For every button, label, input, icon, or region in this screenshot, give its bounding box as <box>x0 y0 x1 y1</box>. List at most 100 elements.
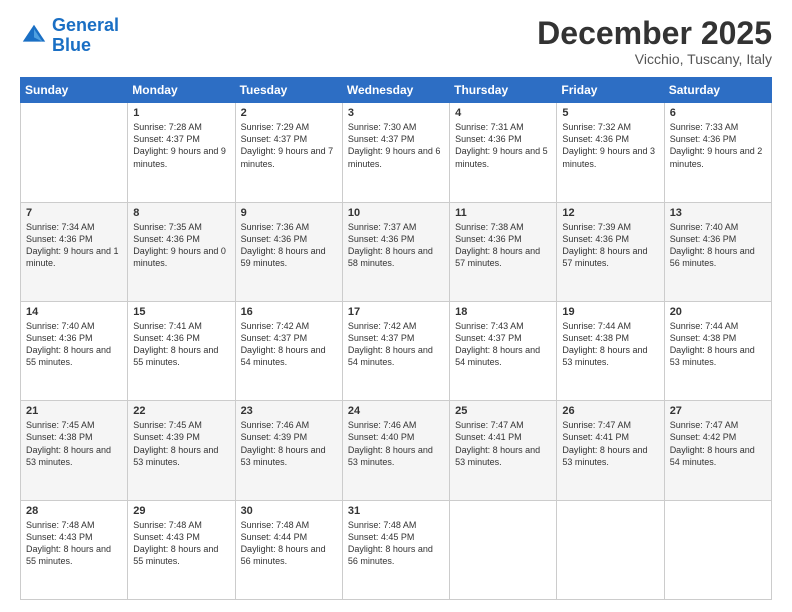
sunset-text: Sunset: 4:41 PM <box>455 431 551 443</box>
daylight-text: Daylight: 8 hours and 53 minutes. <box>562 344 658 368</box>
daylight-text: Daylight: 8 hours and 55 minutes. <box>26 543 122 567</box>
day-info: Sunrise: 7:28 AM Sunset: 4:37 PM Dayligh… <box>133 121 229 170</box>
table-cell: 31 Sunrise: 7:48 AM Sunset: 4:45 PM Dayl… <box>342 500 449 599</box>
day-number: 16 <box>241 306 337 318</box>
table-cell: 22 Sunrise: 7:45 AM Sunset: 4:39 PM Dayl… <box>128 401 235 500</box>
month-title: December 2025 <box>537 16 772 51</box>
day-number: 13 <box>670 207 766 219</box>
day-number: 14 <box>26 306 122 318</box>
daylight-text: Daylight: 9 hours and 1 minute. <box>26 245 122 269</box>
sunrise-text: Sunrise: 7:33 AM <box>670 121 766 133</box>
logo-text: General Blue <box>52 16 119 56</box>
week-row-2: 14 Sunrise: 7:40 AM Sunset: 4:36 PM Dayl… <box>21 301 772 400</box>
day-number: 24 <box>348 405 444 417</box>
daylight-text: Daylight: 8 hours and 55 minutes. <box>133 543 229 567</box>
header: General Blue December 2025 Vicchio, Tusc… <box>20 16 772 67</box>
day-info: Sunrise: 7:44 AM Sunset: 4:38 PM Dayligh… <box>562 320 658 369</box>
header-thursday: Thursday <box>450 78 557 103</box>
sunset-text: Sunset: 4:37 PM <box>241 133 337 145</box>
sunset-text: Sunset: 4:36 PM <box>133 332 229 344</box>
day-number: 15 <box>133 306 229 318</box>
sunrise-text: Sunrise: 7:45 AM <box>26 419 122 431</box>
table-cell: 6 Sunrise: 7:33 AM Sunset: 4:36 PM Dayli… <box>664 103 771 202</box>
calendar-table: Sunday Monday Tuesday Wednesday Thursday… <box>20 77 772 600</box>
day-info: Sunrise: 7:48 AM Sunset: 4:43 PM Dayligh… <box>133 519 229 568</box>
day-number: 12 <box>562 207 658 219</box>
day-info: Sunrise: 7:29 AM Sunset: 4:37 PM Dayligh… <box>241 121 337 170</box>
sunset-text: Sunset: 4:36 PM <box>241 233 337 245</box>
day-number: 31 <box>348 505 444 517</box>
header-sunday: Sunday <box>21 78 128 103</box>
daylight-text: Daylight: 9 hours and 3 minutes. <box>562 145 658 169</box>
day-info: Sunrise: 7:41 AM Sunset: 4:36 PM Dayligh… <box>133 320 229 369</box>
daylight-text: Daylight: 8 hours and 56 minutes. <box>348 543 444 567</box>
sunset-text: Sunset: 4:36 PM <box>26 233 122 245</box>
sunset-text: Sunset: 4:36 PM <box>562 233 658 245</box>
sunset-text: Sunset: 4:38 PM <box>562 332 658 344</box>
header-tuesday: Tuesday <box>235 78 342 103</box>
day-number: 27 <box>670 405 766 417</box>
weekday-header-row: Sunday Monday Tuesday Wednesday Thursday… <box>21 78 772 103</box>
table-cell: 24 Sunrise: 7:46 AM Sunset: 4:40 PM Dayl… <box>342 401 449 500</box>
day-info: Sunrise: 7:42 AM Sunset: 4:37 PM Dayligh… <box>241 320 337 369</box>
sunset-text: Sunset: 4:40 PM <box>348 431 444 443</box>
day-number: 17 <box>348 306 444 318</box>
sunrise-text: Sunrise: 7:36 AM <box>241 221 337 233</box>
table-cell: 3 Sunrise: 7:30 AM Sunset: 4:37 PM Dayli… <box>342 103 449 202</box>
day-number: 29 <box>133 505 229 517</box>
sunrise-text: Sunrise: 7:39 AM <box>562 221 658 233</box>
daylight-text: Daylight: 8 hours and 57 minutes. <box>562 245 658 269</box>
table-cell: 5 Sunrise: 7:32 AM Sunset: 4:36 PM Dayli… <box>557 103 664 202</box>
table-cell: 19 Sunrise: 7:44 AM Sunset: 4:38 PM Dayl… <box>557 301 664 400</box>
day-info: Sunrise: 7:35 AM Sunset: 4:36 PM Dayligh… <box>133 221 229 270</box>
sunrise-text: Sunrise: 7:48 AM <box>133 519 229 531</box>
sunset-text: Sunset: 4:44 PM <box>241 531 337 543</box>
sunset-text: Sunset: 4:37 PM <box>241 332 337 344</box>
sunrise-text: Sunrise: 7:43 AM <box>455 320 551 332</box>
sunrise-text: Sunrise: 7:46 AM <box>241 419 337 431</box>
page: General Blue December 2025 Vicchio, Tusc… <box>0 0 792 612</box>
sunset-text: Sunset: 4:39 PM <box>133 431 229 443</box>
sunrise-text: Sunrise: 7:28 AM <box>133 121 229 133</box>
day-number: 1 <box>133 107 229 119</box>
day-number: 28 <box>26 505 122 517</box>
location-subtitle: Vicchio, Tuscany, Italy <box>537 51 772 67</box>
header-saturday: Saturday <box>664 78 771 103</box>
day-number: 18 <box>455 306 551 318</box>
day-info: Sunrise: 7:48 AM Sunset: 4:45 PM Dayligh… <box>348 519 444 568</box>
sunset-text: Sunset: 4:43 PM <box>133 531 229 543</box>
sunrise-text: Sunrise: 7:47 AM <box>455 419 551 431</box>
header-friday: Friday <box>557 78 664 103</box>
sunrise-text: Sunrise: 7:48 AM <box>348 519 444 531</box>
day-number: 19 <box>562 306 658 318</box>
day-number: 8 <box>133 207 229 219</box>
sunrise-text: Sunrise: 7:30 AM <box>348 121 444 133</box>
week-row-1: 7 Sunrise: 7:34 AM Sunset: 4:36 PM Dayli… <box>21 202 772 301</box>
sunrise-text: Sunrise: 7:44 AM <box>562 320 658 332</box>
day-info: Sunrise: 7:31 AM Sunset: 4:36 PM Dayligh… <box>455 121 551 170</box>
sunrise-text: Sunrise: 7:47 AM <box>562 419 658 431</box>
logo-icon <box>20 22 48 50</box>
sunset-text: Sunset: 4:39 PM <box>241 431 337 443</box>
header-monday: Monday <box>128 78 235 103</box>
table-cell: 8 Sunrise: 7:35 AM Sunset: 4:36 PM Dayli… <box>128 202 235 301</box>
daylight-text: Daylight: 9 hours and 0 minutes. <box>133 245 229 269</box>
sunrise-text: Sunrise: 7:45 AM <box>133 419 229 431</box>
logo: General Blue <box>20 16 119 56</box>
daylight-text: Daylight: 8 hours and 53 minutes. <box>348 444 444 468</box>
sunset-text: Sunset: 4:37 PM <box>133 133 229 145</box>
table-cell <box>557 500 664 599</box>
day-info: Sunrise: 7:48 AM Sunset: 4:43 PM Dayligh… <box>26 519 122 568</box>
day-number: 22 <box>133 405 229 417</box>
day-number: 2 <box>241 107 337 119</box>
sunset-text: Sunset: 4:36 PM <box>455 233 551 245</box>
table-cell: 9 Sunrise: 7:36 AM Sunset: 4:36 PM Dayli… <box>235 202 342 301</box>
day-number: 23 <box>241 405 337 417</box>
day-info: Sunrise: 7:38 AM Sunset: 4:36 PM Dayligh… <box>455 221 551 270</box>
daylight-text: Daylight: 8 hours and 54 minutes. <box>670 444 766 468</box>
table-cell: 29 Sunrise: 7:48 AM Sunset: 4:43 PM Dayl… <box>128 500 235 599</box>
day-info: Sunrise: 7:37 AM Sunset: 4:36 PM Dayligh… <box>348 221 444 270</box>
day-number: 7 <box>26 207 122 219</box>
sunset-text: Sunset: 4:36 PM <box>670 133 766 145</box>
sunset-text: Sunset: 4:37 PM <box>348 133 444 145</box>
